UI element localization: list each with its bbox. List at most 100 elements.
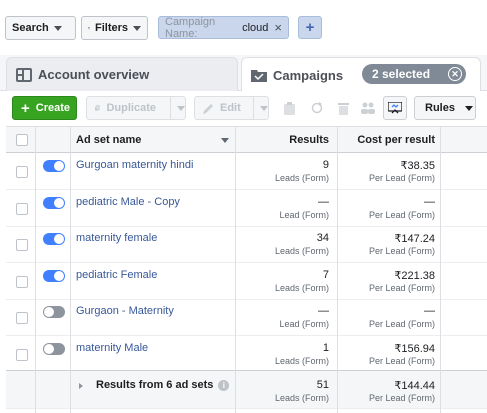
ad-set-name-link[interactable]: Gurgaon - Maternity (76, 305, 174, 317)
column-divider (70, 127, 71, 413)
ad-set-name-link[interactable]: Gurgoan maternity hindi (76, 159, 193, 171)
ad-set-name-link[interactable]: maternity Male (76, 342, 148, 354)
delivery-toggle[interactable] (43, 233, 65, 245)
results-value: 9 (322, 159, 329, 171)
create-button[interactable]: + Create (12, 96, 77, 120)
chevron-down-icon (133, 25, 141, 31)
people-icon[interactable] (356, 96, 380, 120)
filter-icon (88, 26, 90, 30)
row-checkbox[interactable] (16, 312, 28, 324)
cost-value: — (424, 195, 435, 208)
column-header-name[interactable]: Ad set name (76, 134, 141, 146)
trash-icon[interactable] (331, 96, 355, 120)
toolbar: + Create Duplicate Edit Rules (0, 91, 487, 125)
duplicate-button[interactable]: Duplicate (86, 96, 186, 120)
summary-row: Results from 6 ad sets i 51 Leads (Form)… (6, 370, 487, 409)
divider (170, 97, 171, 119)
edit-label: Edit (220, 102, 241, 114)
search-label: Search (12, 22, 49, 34)
delivery-toggle[interactable] (43, 269, 65, 282)
toggle-knob (54, 161, 64, 171)
table-header: Ad set name Results Cost per result (6, 127, 487, 153)
cost-value: ₹38.35 (400, 160, 435, 172)
search-button[interactable]: Search (5, 16, 76, 40)
column-header-results[interactable]: Results (289, 134, 329, 146)
plus-icon: + (21, 99, 30, 117)
results-unit: Lead (Form) (279, 319, 329, 329)
results-value: — (318, 305, 329, 317)
cost-unit: Per Lead (Form) (368, 355, 435, 366)
column-divider (35, 127, 36, 413)
toggle-knob (54, 197, 64, 208)
rules-button[interactable]: Rules (414, 96, 476, 120)
summary-label: Results from 6 ad sets (96, 379, 214, 391)
column-header-cost-per-result[interactable]: Cost per result (357, 134, 435, 146)
row-checkbox[interactable] (16, 348, 28, 361)
info-icon[interactable]: i (218, 379, 230, 391)
ad-set-name-link[interactable]: maternity female (76, 232, 157, 244)
cost-value: ₹147.24 (394, 233, 435, 245)
tab-account-overview[interactable]: Account overview (6, 57, 238, 91)
delivery-toggle[interactable] (43, 196, 65, 209)
chevron-down-icon[interactable] (259, 105, 268, 111)
tab-label: Campaigns (273, 67, 344, 83)
results-unit: Lead (Form) (279, 209, 329, 220)
filters-button[interactable]: Filters (81, 16, 148, 40)
results-value: 7 (322, 268, 329, 281)
selected-count-badge: 2 selected ✕ (362, 64, 466, 84)
summary-label-wrap: Results from 6 ad sets i (96, 379, 230, 391)
clear-selection-icon[interactable]: ✕ (448, 67, 462, 81)
toggle-knob (54, 234, 64, 244)
selected-count-label: 2 selected (372, 67, 431, 81)
summary-cost-sub: Per Lead (Form) (368, 393, 435, 403)
chevron-down-icon[interactable] (177, 105, 185, 111)
cost-unit: Per Lead (Form) (368, 282, 435, 293)
ad-set-name-link[interactable]: pediatric Male - Copy (76, 196, 180, 208)
add-filter-button[interactable]: + (298, 16, 322, 39)
column-divider (337, 127, 338, 413)
results-unit: Leads (Form) (274, 282, 329, 293)
edit-button[interactable]: Edit (194, 96, 269, 120)
toggle-knob (44, 307, 54, 317)
ad-sets-table: Ad set name Results Cost per result Gurg… (6, 126, 487, 413)
table-row[interactable]: pediatric Male - Copy — Lead (Form) — Per Le… (6, 190, 487, 227)
toggle-knob (54, 270, 64, 281)
table-row[interactable]: Gurgaon - Maternity — Lead (Form) — Per Lead… (6, 300, 487, 336)
cost-unit: Per Lead (Form) (368, 246, 435, 256)
duplicate-label: Duplicate (106, 102, 156, 114)
close-icon[interactable]: × (274, 20, 282, 35)
cost-value: ₹156.94 (394, 342, 435, 355)
row-checkbox[interactable] (16, 166, 28, 178)
grid-icon (16, 67, 32, 82)
pencil-icon (203, 103, 213, 114)
table-row[interactable]: maternity Male 1 Leads (Form) ₹156.94 Per Le… (6, 336, 487, 373)
table-row[interactable]: pediatric Female 7 Leads (Form) ₹221.38 Per … (6, 263, 487, 300)
cost-unit: Per Lead (Form) (368, 209, 435, 220)
duplicate-icon (95, 105, 101, 111)
results-unit: Leads (Form) (274, 355, 329, 366)
results-unit: Leads (Form) (274, 246, 329, 256)
delivery-toggle[interactable] (43, 342, 65, 355)
ab-test-icon[interactable] (383, 96, 407, 120)
select-all-checkbox[interactable] (16, 134, 28, 146)
clipboard-icon[interactable] (277, 96, 301, 120)
tab-label: Account overview (38, 67, 150, 82)
folder-icon (251, 70, 267, 82)
cost-unit: Per Lead (Form) (368, 319, 435, 329)
cost-value: — (424, 305, 435, 317)
row-checkbox[interactable] (16, 202, 28, 215)
sort-caret-icon[interactable] (221, 138, 229, 143)
table-row[interactable]: Gurgoan maternity hindi 9 Leads (Form) ₹38.… (6, 154, 487, 190)
expand-caret-icon[interactable] (79, 383, 83, 389)
row-checkbox[interactable] (16, 239, 28, 251)
delivery-toggle[interactable] (43, 160, 65, 172)
toggle-knob (44, 343, 54, 354)
table-row[interactable]: maternity female 34 Leads (Form) ₹147.24 Per… (6, 227, 487, 263)
ad-set-name-link[interactable]: pediatric Female (76, 269, 157, 281)
delivery-toggle[interactable] (43, 306, 65, 318)
campaign-name-filter-chip[interactable]: Campaign Name: cloud × (158, 16, 289, 40)
chevron-down-icon (53, 25, 62, 31)
refresh-icon[interactable] (305, 96, 329, 120)
filter-chip-value: cloud (242, 21, 269, 34)
row-checkbox[interactable] (16, 275, 28, 288)
